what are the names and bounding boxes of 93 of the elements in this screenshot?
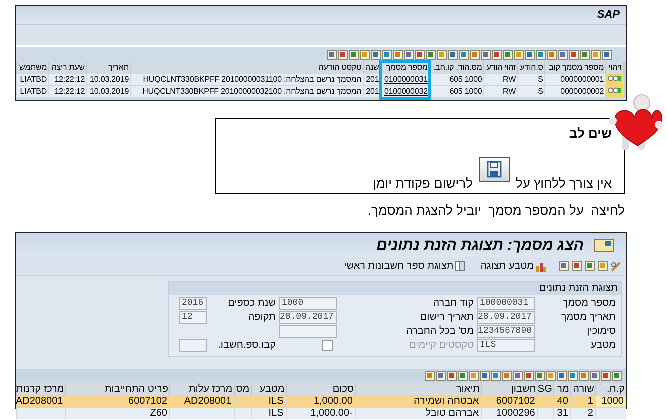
table-cell: RW — [503, 87, 516, 96]
table-cell: 31 — [557, 408, 568, 419]
status-lights-icon — [608, 75, 622, 82]
table-cell: 201 — [366, 87, 380, 96]
toolbar-button[interactable]: תצוגת ספר חשבונות ראשי — [342, 260, 468, 272]
table-cell: LIATBD — [20, 87, 48, 96]
field-label: מטבע — [590, 340, 617, 351]
field-label: שנת כספים — [227, 298, 277, 309]
table-cell: 0000000002 — [560, 87, 604, 96]
input-field[interactable]: 1234567890 — [477, 325, 535, 338]
field-label: מס' בכל החברה — [405, 326, 475, 337]
input-field[interactable]: ILS — [477, 339, 535, 352]
input-field[interactable]: 1000 — [279, 297, 337, 310]
table-cell: S — [538, 75, 544, 84]
table-cell: המסמך נרשם בהצלחה: HUQCLNT330BKPFF 20100000031100 — [143, 75, 362, 84]
field-label: קבו.ספ.חשבו. — [217, 340, 277, 351]
column-header[interactable]: מטבע — [251, 383, 286, 396]
table-cell: RW — [503, 75, 516, 84]
checkbox[interactable] — [322, 340, 333, 351]
table-cell: 2 — [588, 408, 594, 419]
input-field[interactable]: 28.09.2017 — [477, 311, 535, 324]
note-title: שים לב — [569, 126, 612, 141]
column-header[interactable]: מס — [234, 383, 252, 396]
input-field[interactable]: 28.09.2017 — [279, 311, 337, 324]
field-label: קוד חברה — [432, 298, 475, 309]
table-cell: 6007102 — [496, 396, 536, 407]
table-cell: 10.03.2019 — [90, 75, 130, 84]
column-header[interactable]: חשבון — [482, 383, 538, 396]
column-header[interactable]: מרכז עלות — [170, 383, 234, 396]
table-cell: 12:22:12 — [54, 87, 86, 96]
ledger-icon — [454, 260, 466, 272]
column-header[interactable]: מר — [554, 383, 571, 396]
note-text: אין צורך ללחוץ על — [516, 176, 612, 191]
column-header[interactable]: מרכז קרנות — [16, 383, 66, 396]
table-cell: LIATBD — [20, 75, 48, 84]
column-header[interactable]: זהוי הודע — [484, 62, 518, 74]
table-cell: Z60 — [150, 408, 168, 419]
toolbar-button[interactable]: מטבע תצוגה — [478, 260, 548, 272]
status-lights-icon — [608, 87, 622, 94]
field-label: טקסטים קיימים — [408, 340, 475, 351]
table-cell: 12:22:12 — [54, 75, 86, 84]
field-label: תקופה — [247, 312, 277, 323]
table-cell: S — [538, 87, 544, 96]
table-cell: AD208001 — [16, 396, 64, 407]
column-header[interactable]: ק.ח. — [596, 383, 626, 396]
column-header[interactable]: משתמש — [16, 62, 49, 74]
group-title: תצוגת הזנת נתונים — [169, 282, 621, 295]
table-cell: 1000296 — [496, 408, 536, 419]
table-cell: 201 — [366, 75, 380, 84]
table-cell: אברהם טובל — [426, 408, 480, 419]
field-label: מספר מסמך — [562, 298, 617, 309]
column-header[interactable]: זיהוי — [606, 62, 624, 74]
bars-icon — [535, 260, 546, 272]
column-header[interactable]: פריט התחייבות — [66, 383, 170, 396]
field-label: תאריך מסמך — [560, 312, 617, 323]
column-header[interactable]: ס.הודע — [518, 62, 545, 74]
sap-brand-text: SAP — [597, 9, 620, 21]
field-label: סימוכין — [586, 326, 617, 337]
input-field[interactable]: 2016 — [179, 297, 207, 310]
table-cell: ILS — [268, 396, 284, 407]
input-field[interactable] — [279, 325, 337, 338]
document-icon — [594, 238, 614, 252]
table-cell: 1000 605 — [450, 75, 482, 84]
column-header[interactable]: תיאור — [355, 383, 482, 396]
table-cell: 0000000001 — [560, 75, 604, 84]
table-cell: 40 — [557, 396, 568, 407]
input-field[interactable]: 100000031 — [477, 297, 535, 310]
column-header[interactable]: סכום — [286, 383, 356, 396]
table-cell: אבטחה ושמירה — [414, 396, 480, 407]
field-label: תאריך רישום — [419, 312, 475, 323]
column-header[interactable]: תאריך — [86, 62, 131, 74]
column-header[interactable]: SG — [538, 383, 554, 396]
input-field[interactable]: 12 — [179, 311, 207, 324]
table-cell: -1,000.00 — [310, 408, 353, 419]
note-text: לרישום פקודת יומן — [373, 176, 473, 191]
table-cell: 1 — [588, 396, 594, 407]
instruction-text: לחיצה על המספר מסמך יוביל להצגת המסמך. — [368, 203, 625, 218]
window-title: הצג מסמך: תצוגת הזנת נתונים — [376, 236, 584, 254]
table-cell: AD208001 — [184, 396, 232, 407]
table-cell: המסמך נרשם בהצלחה: HUQCLNT330BKPFF 20100000032100 — [142, 87, 362, 96]
table-cell: ILS — [268, 408, 284, 419]
table-cell: 10.03.2019 — [90, 87, 130, 96]
input-field[interactable] — [179, 339, 207, 352]
table-cell: 6007102 — [128, 396, 168, 407]
column-header[interactable]: שעת ריצה — [48, 62, 87, 74]
table-cell: 1000 — [602, 396, 624, 407]
table-cell: 1000 605 — [450, 87, 482, 96]
column-header[interactable]: טקסט הודעה — [130, 62, 364, 74]
pencil-glasses-icon[interactable] — [611, 260, 622, 272]
save-button[interactable] — [478, 157, 510, 182]
column-header[interactable]: שורה — [570, 383, 596, 396]
column-header[interactable]: מספר מסמך קוב — [544, 62, 606, 74]
table-cell: 1,000.00 — [314, 396, 353, 407]
